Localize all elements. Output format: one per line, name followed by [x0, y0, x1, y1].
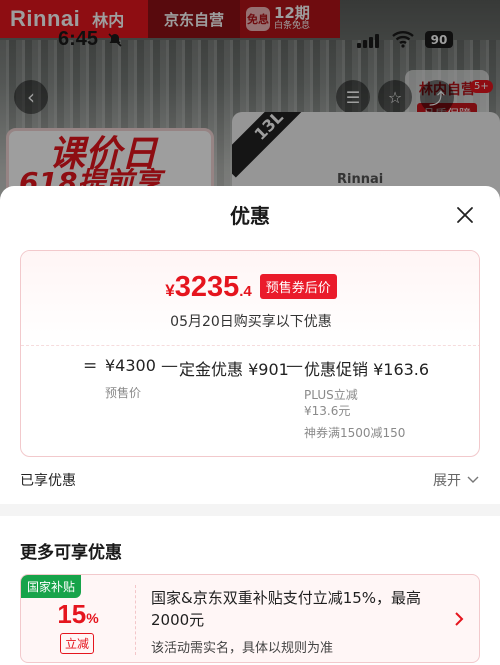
promo-discount: 优惠促销 ¥163.6	[304, 360, 430, 379]
final-price-section: ¥3235.4 预售券后价 05月20日购买享以下优惠	[21, 251, 479, 345]
more-discounts-title: 更多可享优惠	[20, 543, 122, 563]
dashed-separator	[135, 585, 136, 655]
national-subsidy-card[interactable]: 国家补贴 15% 立减 国家&京东双重补贴支付立减15%，最高2000元 该活动…	[20, 574, 480, 663]
sheet-title: 优惠	[230, 204, 270, 228]
close-icon[interactable]	[452, 202, 478, 228]
enjoyed-discounts-label: 已享优惠	[20, 473, 76, 489]
purchase-date-note: 05月20日购买享以下优惠	[170, 314, 332, 330]
presale-price-tag: 预售券后价	[259, 274, 337, 299]
instant-reduce-tag: 立减	[60, 633, 95, 654]
equals-sign: =	[83, 356, 98, 376]
promo-item-plus-amount: ¥13.6元	[304, 404, 351, 418]
price-decimal: .4	[239, 283, 252, 300]
expand-label: 展开	[433, 473, 461, 489]
dashed-divider	[21, 345, 479, 346]
deposit-discount: 定金优惠 ¥901	[179, 360, 289, 379]
subsidy-percent: 15%	[21, 599, 135, 630]
final-price: ¥3235.4	[165, 271, 252, 304]
section-separator	[0, 504, 500, 516]
subsidy-description: 国家&京东双重补贴支付立减15%，最高2000元	[151, 589, 422, 629]
price-currency: ¥	[165, 281, 175, 300]
promo-item-plus: PLUS立减	[304, 388, 358, 402]
expand-toggle[interactable]: 展开	[433, 470, 479, 490]
subsidy-percent-number: 15	[57, 599, 87, 629]
discount-bottom-sheet: 优惠 ¥3235.4 预售券后价 05月20日购买享以下优惠 = ¥4300 预…	[0, 186, 500, 665]
subsidy-note: 该活动需实名，具体以规则为准	[151, 641, 334, 656]
minus-sign: —	[286, 356, 303, 376]
presale-price-value: ¥4300	[105, 356, 156, 375]
price-breakdown-card: ¥3235.4 预售券后价 05月20日购买享以下优惠 = ¥4300 预售价 …	[20, 250, 480, 457]
price-formula: = ¥4300 预售价 — 定金优惠 ¥901 — 优惠促销 ¥163.6 PL…	[21, 356, 479, 456]
minus-sign: —	[161, 356, 178, 376]
presale-price-label: 预售价	[105, 386, 142, 400]
chevron-down-icon	[467, 472, 479, 488]
subsidy-rate-section: 15% 立减	[21, 575, 135, 662]
promo-item-coupon: 神券满1500减150	[304, 426, 406, 440]
chevron-right-icon	[454, 611, 464, 630]
subsidy-percent-sign: %	[86, 610, 99, 626]
price-integer: 3235	[174, 271, 240, 303]
